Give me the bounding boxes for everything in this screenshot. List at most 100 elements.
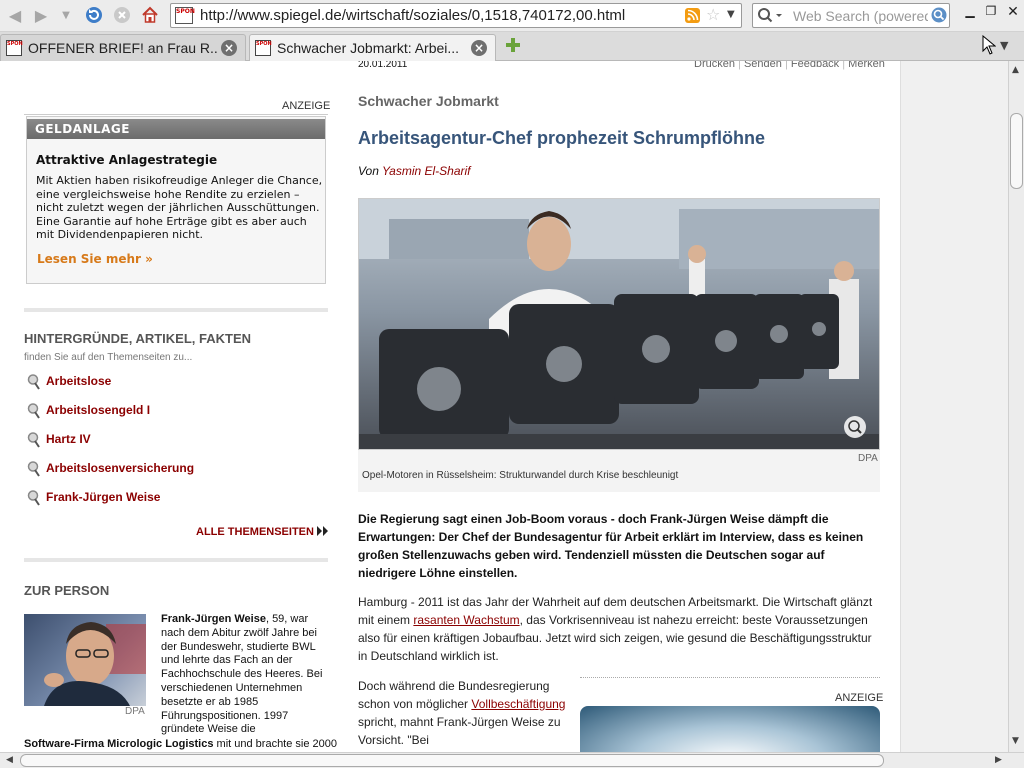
- navigation-toolbar: ◀ ▶ ▼ SPON http://www.spiegel.de/wirtsch…: [0, 0, 1024, 32]
- topic-link[interactable]: Hartz IV: [46, 432, 91, 446]
- vertical-scroll-thumb[interactable]: [1010, 113, 1023, 189]
- divider: [24, 558, 328, 562]
- restore-window-button[interactable]: ❐: [981, 4, 1001, 20]
- tab-offener-brief[interactable]: SPON OFFENER BRIEF! an Frau R... ×: [0, 34, 246, 61]
- search-input[interactable]: Web Search (powered: [793, 8, 928, 24]
- topics-subheading: finden Sie auf den Themenseiten zu...: [24, 352, 193, 363]
- bookmark-link[interactable]: Merken: [848, 61, 885, 70]
- tab-close-icon[interactable]: ×: [221, 40, 237, 56]
- back-arrow-icon[interactable]: ◀: [4, 4, 26, 26]
- topic-link[interactable]: Frank-Jürgen Weise: [46, 490, 160, 504]
- minimize-window-button[interactable]: ▁: [960, 4, 980, 20]
- magnifier-icon: [27, 461, 40, 477]
- all-topics-link[interactable]: ALLE THEMENSEITEN: [196, 526, 329, 538]
- right-margin: [900, 61, 1008, 752]
- p2-text-rest: spricht, mahnt Frank-Jürgen Weise zu Vor…: [358, 715, 561, 747]
- divider: [580, 677, 880, 678]
- zoom-icon: [844, 416, 866, 438]
- inline-ad-label: ANZEIGE: [835, 692, 884, 704]
- topic-item-arbeitslose[interactable]: Arbeitslose: [26, 373, 326, 393]
- article-headline: Arbeitsagentur-Chef prophezeit Schrumpfl…: [358, 128, 766, 148]
- author-link[interactable]: Yasmin El-Sharif: [382, 164, 470, 178]
- mouse-cursor-icon: [982, 34, 997, 59]
- stop-icon[interactable]: [111, 4, 133, 26]
- article-kicker: Schwacher Jobmarkt: [358, 93, 499, 109]
- ad-heading[interactable]: Attraktive Anlagestrategie: [36, 153, 217, 167]
- tab-title[interactable]: OFFENER BRIEF! an Frau R...: [28, 40, 218, 56]
- search-go-icon[interactable]: [931, 7, 947, 27]
- article-image[interactable]: [358, 198, 880, 450]
- ad-text: Mit Aktien haben risikofreudige Anleger …: [36, 174, 323, 241]
- scroll-right-arrow-icon[interactable]: ▶: [995, 755, 1002, 765]
- horizontal-scroll-thumb[interactable]: [20, 754, 884, 767]
- image-credit: DPA: [858, 453, 878, 464]
- person-photo[interactable]: [24, 614, 146, 706]
- article-intro: Die Regierung sagt einen Job-Boom voraus…: [358, 512, 864, 580]
- all-topics-text[interactable]: ALLE THEMENSEITEN: [196, 526, 314, 538]
- magnifier-icon: [27, 432, 40, 448]
- scroll-left-arrow-icon[interactable]: ◀: [6, 755, 13, 765]
- article-image-box: DPA Opel-Motoren in Rüsselsheim: Struktu…: [358, 198, 880, 492]
- topic-item-arbeitslosenversicherung[interactable]: Arbeitslosenversicherung: [26, 460, 326, 480]
- vertical-scrollbar[interactable]: ▲ ▼: [1008, 61, 1024, 752]
- topic-item-arbeitslosengeld[interactable]: Arbeitslosengeld I: [26, 402, 326, 422]
- print-link[interactable]: Drucken: [694, 61, 735, 70]
- divider: [24, 308, 328, 312]
- inline-ad-image[interactable]: [580, 706, 880, 752]
- article-paragraph-2: Doch während die Bundesregierung schon v…: [358, 677, 568, 749]
- url-text[interactable]: http://www.spiegel.de/wirtschaft/soziale…: [200, 7, 625, 24]
- site-identity-icon[interactable]: SPON: [175, 7, 195, 24]
- new-tab-plus-icon[interactable]: [504, 36, 522, 58]
- divider: [24, 114, 328, 115]
- url-dropdown-icon[interactable]: ▼: [727, 9, 735, 20]
- topic-link[interactable]: Arbeitslosengeld I: [46, 403, 150, 417]
- topic-item-hartz-iv[interactable]: Hartz IV: [26, 431, 326, 451]
- person-bio-tail: mit und brachte sie 2000: [213, 738, 338, 750]
- image-caption: Opel-Motoren in Rüsselsheim: Strukturwan…: [362, 470, 679, 481]
- tab-favicon: SPON: [6, 40, 23, 56]
- feedback-link[interactable]: Feedback: [791, 61, 839, 70]
- tab-schwacher-jobmarkt[interactable]: SPON Schwacher Jobmarkt: Arbei... ×: [249, 34, 496, 61]
- send-link[interactable]: Senden: [744, 61, 782, 70]
- topic-link[interactable]: Arbeitslose: [46, 374, 111, 388]
- ad-label: ANZEIGE: [282, 100, 331, 112]
- article-paragraph-1: Hamburg - 2011 ist das Jahr der Wahrheit…: [358, 593, 880, 665]
- horizontal-scrollbar[interactable]: ◀ ▶: [0, 752, 1024, 768]
- article-tools: Drucken | Senden | Feedback | Merken: [694, 61, 885, 70]
- url-bar[interactable]: SPON http://www.spiegel.de/wirtschaft/so…: [170, 3, 742, 28]
- scroll-up-arrow-icon[interactable]: ▲: [1012, 65, 1019, 75]
- byline-prefix: Von: [358, 164, 379, 178]
- topic-link[interactable]: Arbeitslosenversicherung: [46, 461, 194, 475]
- person-company: Software-Firma Micrologic Logistics: [24, 738, 214, 750]
- history-dropdown-icon[interactable]: ▼: [58, 4, 74, 26]
- ad-box[interactable]: GELDANLAGE Attraktive Anlagestrategie Mi…: [26, 116, 326, 284]
- person-text-continued: Software-Firma Micrologic Logistics mit …: [24, 738, 338, 750]
- bookmark-star-icon[interactable]: ☆: [706, 5, 720, 24]
- double-chevron-icon: »: [145, 252, 153, 266]
- rss-feed-icon[interactable]: [685, 8, 700, 27]
- ad-link-text[interactable]: Lesen Sie mehr: [37, 252, 141, 266]
- topic-item-frank-juergen-weise[interactable]: Frank-Jürgen Weise: [26, 489, 326, 509]
- ad-box-header: GELDANLAGE: [27, 119, 325, 139]
- search-engine-icon[interactable]: [757, 7, 783, 28]
- ad-read-more-link[interactable]: Lesen Sie mehr »: [37, 252, 153, 266]
- article-byline: Von Yasmin El-Sharif: [358, 164, 471, 178]
- article-date: 20.01.2011: [358, 61, 408, 70]
- close-window-button[interactable]: ✕: [1003, 4, 1023, 20]
- vollbeschaeftigung-link[interactable]: Vollbeschäftigung: [471, 697, 565, 711]
- topics-heading: HINTERGRÜNDE, ARTIKEL, FAKTEN: [24, 331, 252, 346]
- list-all-tabs-icon[interactable]: ▼: [1000, 39, 1008, 52]
- tab-favicon: SPON: [255, 40, 272, 56]
- tab-title[interactable]: Schwacher Jobmarkt: Arbei...: [277, 40, 467, 56]
- rasanten-wachstum-link[interactable]: rasanten Wachstum: [413, 613, 519, 627]
- magnifier-icon: [27, 490, 40, 506]
- person-text: Frank-Jürgen Weise, 59, war nach dem Abi…: [161, 613, 329, 737]
- search-bar[interactable]: Web Search (powered: [752, 3, 950, 28]
- forward-arrow-icon[interactable]: ▶: [30, 4, 52, 26]
- reload-icon[interactable]: [83, 4, 105, 26]
- double-arrow-icon: [317, 526, 329, 536]
- magnifier-icon: [27, 374, 40, 390]
- home-icon[interactable]: [139, 4, 161, 26]
- tab-close-icon[interactable]: ×: [471, 40, 487, 56]
- scroll-down-arrow-icon[interactable]: ▼: [1012, 736, 1019, 746]
